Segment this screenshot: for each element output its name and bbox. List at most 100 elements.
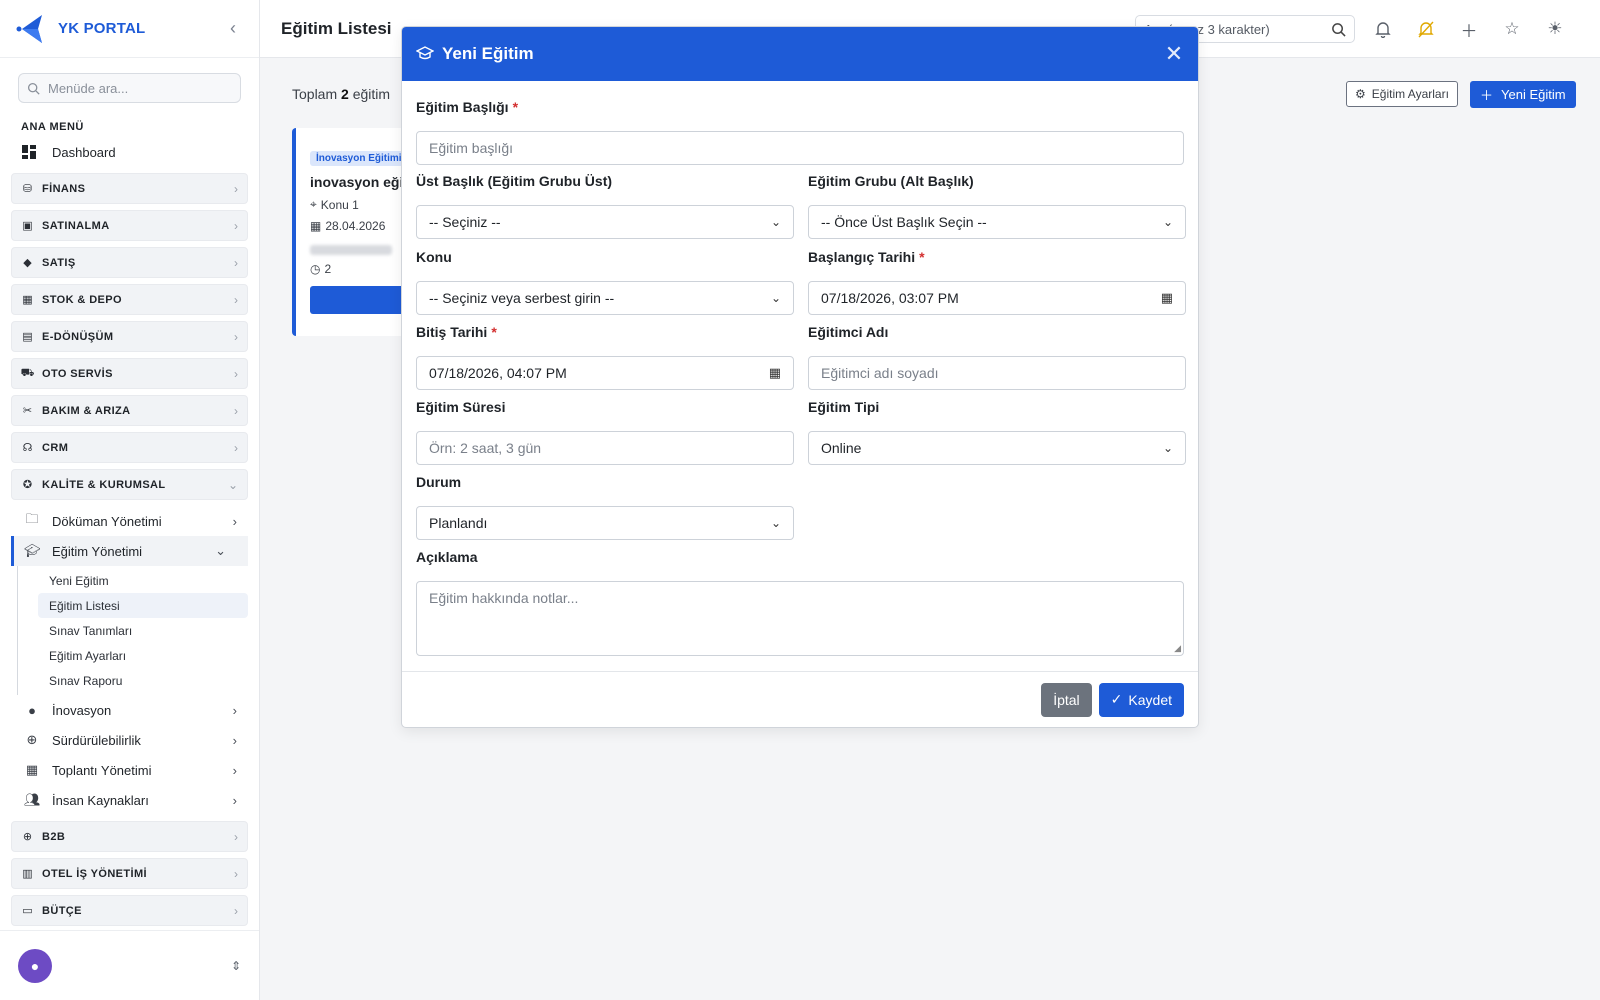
sidebar-group-bakim-ariza[interactable]: ✂ BAKIM & ARIZA › xyxy=(11,395,248,426)
sidebar-group-finans[interactable]: ⛁ FİNANS › xyxy=(11,173,248,204)
graduation-cap-icon xyxy=(415,45,435,64)
badge-icon: ✪ xyxy=(22,479,33,491)
calendar-icon[interactable]: ▦ xyxy=(769,365,781,381)
sidebar-item-dashboard[interactable]: Dashboard xyxy=(0,137,259,167)
clock-icon: ◷ xyxy=(310,262,321,276)
sidebar-group-satinalma[interactable]: ▣ SATINALMA › xyxy=(11,210,248,241)
lightbulb-icon: ● xyxy=(28,702,36,718)
field-label: Başlangıç Tarihi * xyxy=(808,249,925,265)
sidebar-item-dokuman-yonetimi[interactable]: 🗀 Döküman Yönetimi › xyxy=(0,506,259,536)
chevron-right-icon: › xyxy=(232,762,237,778)
sun-icon[interactable]: ☀ xyxy=(1544,14,1566,44)
cancel-button[interactable]: İptal xyxy=(1041,682,1092,717)
menu-search-input[interactable]: Menüde ara... xyxy=(18,73,241,103)
chevron-right-icon: › xyxy=(232,513,237,529)
sidebar-item-insan-kaynaklari[interactable]: 👥︎ İnsan Kaynakları › xyxy=(0,785,259,815)
chevron-down-icon: ⌄ xyxy=(770,291,781,305)
globe-icon: ⊕ xyxy=(26,732,38,747)
sidebar-group-stok-depo[interactable]: ▦ STOK & DEPO › xyxy=(11,284,248,315)
training-group-select[interactable]: -- Önce Üst Başlık Seçin -- ⌄ xyxy=(808,205,1186,239)
resize-handle-icon[interactable]: ◢ xyxy=(1174,643,1181,654)
sidebar-item-label: Döküman Yönetimi xyxy=(52,513,162,529)
training-card[interactable]: İnovasyon Eğitimi inovasyon eğitimi ⌖Kon… xyxy=(292,128,412,336)
star-icon[interactable]: ☆ xyxy=(1501,14,1523,44)
description-textarea[interactable]: Eğitim hakkında notlar... ◢ xyxy=(416,581,1184,656)
field-label: Eğitim Süresi xyxy=(416,399,506,415)
sidebar-group-label: KALİTE & KURUMSAL xyxy=(42,478,166,491)
chevron-down-icon: ⌄ xyxy=(1162,441,1173,455)
trainer-name-input[interactable]: Eğitimci adı soyadı xyxy=(808,356,1186,390)
field-egitim-suresi: Eğitim Süresi Örn: 2 saat, 3 gün xyxy=(416,399,794,465)
sidebar-subitem-sinav-tanimlari[interactable]: Sınav Tanımları xyxy=(18,618,248,643)
upper-group-select[interactable]: -- Seçiniz -- ⌄ xyxy=(416,205,794,239)
building-icon: ▥ xyxy=(22,868,33,880)
field-label: Açıklama xyxy=(416,549,478,565)
sidebar-subitem-egitim-ayarlari[interactable]: Eğitim Ayarları xyxy=(18,643,248,668)
sidebar-group-e-donusum[interactable]: ▤ E-DÖNÜŞÜM › xyxy=(11,321,248,352)
status-select[interactable]: Planlandı ⌄ xyxy=(416,506,794,540)
input-value: 07/18/2026, 04:07 PM xyxy=(429,365,567,381)
dashboard-icon xyxy=(22,145,36,159)
sidebar-item-inovasyon[interactable]: ● İnovasyon › xyxy=(0,695,259,725)
total-suffix: eğitim xyxy=(352,86,391,102)
calendar-icon[interactable]: ▦ xyxy=(1161,290,1173,306)
chevron-up-down-icon: ⇕ xyxy=(230,958,241,973)
sidebar-group-label: B2B xyxy=(42,830,66,843)
training-type-select[interactable]: Online ⌄ xyxy=(808,431,1186,465)
page-title: Eğitim Listesi xyxy=(281,18,392,38)
menu-search-placeholder: Menüde ara... xyxy=(48,80,129,96)
sidebar-group-oto-servis[interactable]: ⛟ OTO SERVİS › xyxy=(11,358,248,389)
new-training-modal: Yeni Eğitim ✕ Eğitim Başlığı * Eğitim baş… xyxy=(401,26,1199,728)
chevron-right-icon: › xyxy=(232,732,237,748)
count-value: 2 xyxy=(324,262,332,276)
field-durum: Durum Planlandı ⌄ xyxy=(416,474,794,540)
chevron-right-icon: › xyxy=(234,440,238,455)
end-date-input[interactable]: 07/18/2026, 04:07 PM ▦ xyxy=(416,356,794,390)
user-menu[interactable]: ● ⇕ xyxy=(0,930,259,1000)
start-date-input[interactable]: 07/18/2026, 03:07 PM ▦ xyxy=(808,281,1186,315)
sidebar-group-kalite-kurumsal[interactable]: ✪ KALİTE & KURUMSAL ⌄ xyxy=(11,469,248,500)
close-icon[interactable]: ✕ xyxy=(1164,41,1184,67)
sidebar-group-butce[interactable]: ▭ BÜTÇE › xyxy=(11,895,248,926)
plus-icon[interactable]: ＋ xyxy=(1458,14,1480,44)
topic-select[interactable]: -- Seçiniz veya serbest girin -- ⌄ xyxy=(416,281,794,315)
title-input[interactable]: Eğitim başlığı xyxy=(416,131,1184,165)
sidebar-group-label: SATIŞ xyxy=(42,256,76,269)
chevron-right-icon: › xyxy=(234,866,238,881)
topbar-actions: ＋ ☆ ☀ xyxy=(1372,14,1566,44)
sidebar-group-label: STOK & DEPO xyxy=(42,293,122,306)
sidebar-group-label: CRM xyxy=(42,441,69,454)
sidebar-group-otel[interactable]: ▥ OTEL İŞ YÖNETİMİ › xyxy=(11,858,248,889)
chevron-down-icon: ⌄ xyxy=(227,477,238,492)
new-training-button[interactable]: ＋ Yeni Eğitim xyxy=(1470,81,1576,108)
field-label: Eğitim Tipi xyxy=(808,399,880,415)
chevron-right-icon: › xyxy=(234,329,238,344)
sidebar-group-b2b[interactable]: ⊕ B2B › xyxy=(11,821,248,852)
sidebar-item-surdurulebilirlik[interactable]: ⊕ Sürdürülebilirlik › xyxy=(0,725,259,755)
select-value: Planlandı xyxy=(429,515,488,531)
chevron-down-icon: ⌄ xyxy=(1162,215,1173,229)
sidebar-subitem-sinav-raporu[interactable]: Sınav Raporu xyxy=(18,668,248,693)
sidebar-subitem-yeni-egitim[interactable]: Yeni Eğitim xyxy=(18,568,248,593)
sidebar-subitem-egitim-listesi[interactable]: Eğitim Listesi xyxy=(38,593,248,618)
sidebar-item-toplanti-yonetimi[interactable]: ▦ Toplantı Yönetimi › xyxy=(0,755,259,785)
modal-footer: İptal ✓ Kaydet xyxy=(402,671,1198,727)
bell-off-icon[interactable] xyxy=(1415,14,1437,44)
training-settings-button[interactable]: ⚙ Eğitim Ayarları xyxy=(1346,81,1458,107)
sidebar-group-satis[interactable]: ◆ SATIŞ › xyxy=(11,247,248,278)
avatar[interactable]: ● xyxy=(18,948,52,983)
bell-icon[interactable] xyxy=(1372,14,1394,44)
chevron-right-icon: › xyxy=(234,292,238,307)
collapse-sidebar-button[interactable]: ‹ xyxy=(223,18,243,39)
card-action-button[interactable] xyxy=(310,286,412,314)
field-aciklama: Açıklama Eğitim hakkında notlar... ◢ xyxy=(416,549,1184,656)
chevron-right-icon: › xyxy=(234,366,238,381)
chevron-right-icon: › xyxy=(232,702,237,718)
brand-name: YK PORTAL xyxy=(58,20,146,37)
tag-icon: ⌖ xyxy=(310,197,317,211)
save-button[interactable]: ✓ Kaydet xyxy=(1098,682,1184,717)
count-row: ◷ 2 xyxy=(310,262,412,276)
sidebar-item-egitim-yonetimi[interactable]: 🎓︎ Eğitim Yönetimi ⌄ xyxy=(11,536,248,566)
sidebar-group-crm[interactable]: ☊ CRM › xyxy=(11,432,248,463)
duration-input[interactable]: Örn: 2 saat, 3 gün xyxy=(416,431,794,465)
